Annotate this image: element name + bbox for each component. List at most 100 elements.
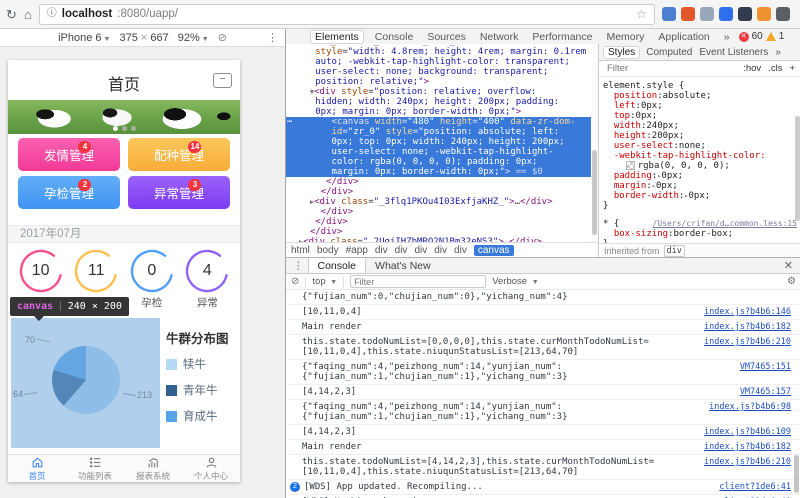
nav-item-profile[interactable]: 个人中心 xyxy=(182,455,240,482)
extension-icon[interactable] xyxy=(699,7,714,21)
breadcrumb-item[interactable]: canvas xyxy=(473,244,514,256)
dom-tree-line[interactable]: 0px; top: 0px; width: 240px; height: 200… xyxy=(286,137,591,147)
console-source-link[interactable]: index.js?b4b6:182 xyxy=(704,442,791,452)
dom-tree-line[interactable]: </div> xyxy=(286,177,591,187)
css-declaration[interactable]: width: 240px; xyxy=(603,121,797,131)
device-dimensions[interactable]: 375 × 667 xyxy=(119,32,168,44)
issue-badges[interactable]: ✕ 60 1 xyxy=(738,31,784,42)
devtools-tab-network[interactable]: Network xyxy=(478,31,521,43)
breadcrumb-item[interactable]: #app xyxy=(346,245,368,256)
breadcrumb-item[interactable]: html xyxy=(291,245,310,256)
console-scrollbar[interactable] xyxy=(794,295,800,495)
app-button-2[interactable]: 孕检管理 2 xyxy=(18,176,120,209)
bookmark-star-icon[interactable]: ☆ xyxy=(636,7,647,21)
tab-computed[interactable]: Computed xyxy=(646,47,692,58)
css-declaration[interactable]: border-width: ▸ 0px; xyxy=(603,191,797,201)
dom-tree-line[interactable]: ▶<div class="_3flq1PKOu4I03ExfjaKHZ_">…<… xyxy=(286,197,591,207)
color-swatch[interactable] xyxy=(625,161,635,170)
log-level-select[interactable]: Verbose ▼ xyxy=(492,276,538,287)
dom-tree-line[interactable]: </div> xyxy=(286,217,591,227)
inherited-node-link[interactable]: div xyxy=(663,244,685,257)
dom-tree-line[interactable]: ▼<div style="position: relative; overflo… xyxy=(286,87,591,97)
css-declaration[interactable]: user-select: none; xyxy=(603,141,797,151)
devtools-tab-sources[interactable]: Sources xyxy=(425,31,468,43)
console-message[interactable]: [4,14,2,3] VM7465:157 xyxy=(286,385,800,400)
breadcrumb-item[interactable]: div xyxy=(414,245,427,256)
dom-tree-line[interactable]: position: relative;"> xyxy=(286,77,591,87)
tab-whats-new[interactable]: What's New xyxy=(366,258,440,273)
tab-styles[interactable]: Styles xyxy=(604,46,640,58)
context-select[interactable]: top ▼ xyxy=(312,276,337,287)
dom-tree-line[interactable]: auto; -webkit-tap-highlight-color: trans… xyxy=(286,57,591,67)
console-source-link[interactable]: index.js?b4b6:109 xyxy=(704,427,791,437)
devtools-tab-elements[interactable]: Elements xyxy=(311,30,363,43)
dom-tree-line[interactable]: </div> xyxy=(286,207,591,217)
dom-tree-line[interactable]: user-select: none; -webkit-tap-highlight… xyxy=(286,147,591,157)
legend-item-2[interactable]: 育成牛 xyxy=(166,408,238,424)
tab-more[interactable]: » xyxy=(775,47,781,58)
drawer-menu-icon[interactable]: ⋮ xyxy=(289,260,308,272)
tab-console[interactable]: Console xyxy=(307,258,367,273)
breadcrumb-item[interactable]: div xyxy=(375,245,388,256)
reload-icon[interactable]: ↻ xyxy=(6,8,17,21)
css-declaration[interactable]: height: 200px; xyxy=(603,131,797,141)
devtools-tab-memory[interactable]: Memory xyxy=(604,31,646,43)
extension-icon[interactable] xyxy=(680,7,695,21)
extension-icon[interactable] xyxy=(737,7,752,21)
tab-event-listeners[interactable]: Event Listeners xyxy=(699,47,768,58)
drawer-close-icon[interactable]: ✕ xyxy=(779,259,798,272)
dom-tree-line[interactable]: ⋯ <canvas width="480" height="400" data-… xyxy=(286,117,591,127)
devtools-tab-console[interactable]: Console xyxy=(373,31,416,43)
dom-tree-line[interactable]: hidden; width: 240px; height: 200px; pad… xyxy=(286,97,591,107)
styles-scrollbar[interactable] xyxy=(795,78,800,246)
app-button-0[interactable]: 发情管理 4 xyxy=(18,138,120,171)
console-message[interactable]: Main render index.js?b4b6:182 xyxy=(286,440,800,455)
console-filter-input[interactable] xyxy=(350,275,487,288)
devtools-tab-application[interactable]: Application xyxy=(656,31,711,43)
address-bar[interactable]: ⓘ localhost :8080/uapp/ ☆ xyxy=(38,3,655,25)
highlighted-canvas[interactable]: 70 64 213 xyxy=(11,318,160,448)
app-button-3[interactable]: 异常管理 3 xyxy=(128,176,230,209)
carousel-dot[interactable] xyxy=(112,126,118,131)
devtools-tab-performance[interactable]: Performance xyxy=(530,31,594,43)
dom-tree-line[interactable]: user-select: none; background: transpare… xyxy=(286,67,591,77)
console-source-link[interactable]: index.js?b4b6:210 xyxy=(704,337,791,347)
console-message[interactable]: {"faqing_num":4,"peizhong_num":14,"yunji… xyxy=(286,360,800,385)
css-declaration[interactable]: position: absolute; xyxy=(603,91,797,101)
console-message[interactable]: this.state.todoNumList=[4,14,2,3],this.s… xyxy=(286,455,800,480)
device-toolbar-menu-icon[interactable]: ⋮ xyxy=(267,31,278,44)
app-button-1[interactable]: 配种管理 14 xyxy=(128,138,230,171)
new-rule-button[interactable]: + xyxy=(789,63,795,74)
class-toggle[interactable]: .cls xyxy=(768,63,782,74)
console-source-link[interactable]: client?1de6:41 xyxy=(719,482,791,492)
breadcrumb-item[interactable]: div xyxy=(454,245,467,256)
breadcrumb-item[interactable]: div xyxy=(395,245,408,256)
css-declaration[interactable]: -webkit-tap-highlight-color: xyxy=(603,151,797,161)
nav-item-reports[interactable]: 报表系统 xyxy=(124,455,182,482)
dom-tree-line[interactable]: color: rgba(0, 0, 0, 0); padding: 0px; xyxy=(286,157,591,167)
info-icon[interactable]: ⓘ xyxy=(47,9,57,19)
pseudo-toggle[interactable]: :hov xyxy=(743,63,761,74)
dom-tree-line[interactable]: 0px; margin: 0px; border-width: 0px;"> xyxy=(286,107,591,117)
breadcrumb-item[interactable]: div xyxy=(434,245,447,256)
extension-icon[interactable] xyxy=(756,7,771,21)
css-declaration[interactable]: padding: ▸ 0px; xyxy=(603,171,797,181)
stat-circle-3[interactable]: 4 异常 xyxy=(184,248,230,310)
console-source-link[interactable]: VM7465:157 xyxy=(740,387,791,397)
devtools-tab-»[interactable]: » xyxy=(722,31,732,43)
console-message[interactable]: {"fujian_num":0,"chujian_num":0},"yichan… xyxy=(286,290,800,305)
nav-item-function-list[interactable]: 功能列表 xyxy=(66,455,124,482)
carousel-dot[interactable] xyxy=(130,126,136,131)
device-zoom-select[interactable]: 92% ▼ xyxy=(178,32,209,44)
styles-filter-input[interactable] xyxy=(605,62,689,75)
elements-scrollbar[interactable] xyxy=(591,44,598,242)
breadcrumb-item[interactable]: body xyxy=(317,245,339,256)
legend-item-0[interactable]: 犊牛 xyxy=(166,356,238,372)
minimize-button[interactable]: − xyxy=(213,73,232,88)
css-declaration[interactable]: box-sizing: border-box; xyxy=(603,229,797,239)
console-message[interactable]: this.state.todoNumList=[0,0,0,0],this.st… xyxy=(286,335,800,360)
console-settings-icon[interactable]: ⚙ xyxy=(787,276,796,287)
throttle-icon[interactable]: ⊘ xyxy=(218,31,227,44)
cow-banner-image[interactable] xyxy=(8,100,240,134)
clear-console-icon[interactable]: ⊘ xyxy=(291,276,299,287)
